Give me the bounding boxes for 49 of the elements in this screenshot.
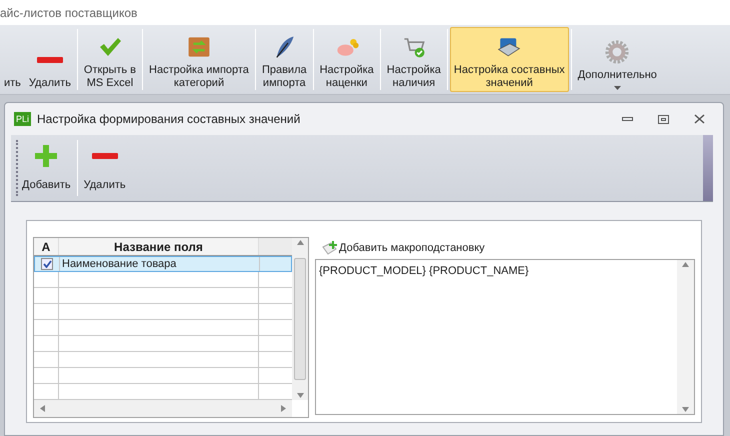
empty-row[interactable] [34, 336, 292, 352]
empty-row[interactable] [34, 288, 292, 304]
check-icon [98, 37, 121, 57]
checkbox[interactable] [41, 258, 53, 270]
ribbon-button[interactable]: Удалить [24, 27, 75, 92]
app-logo: PLi [14, 112, 32, 126]
device-icon [497, 35, 522, 59]
ribbon-button[interactable]: Настройка наценки [316, 27, 378, 92]
note-add-icon [322, 241, 338, 255]
gear-icon [605, 40, 630, 64]
scroll-up-arrow-icon[interactable] [296, 240, 304, 245]
grid-row[interactable]: Наименование товара [34, 256, 292, 272]
ribbon-button[interactable]: Дополнительно [574, 27, 661, 92]
ribbon-button[interactable]: ить [0, 27, 25, 92]
cart-icon [402, 35, 426, 59]
toolbar-button[interactable]: Удалить [80, 135, 130, 201]
table-cell-text: Наименование товара [62, 256, 176, 272]
toolbar-overflow-button[interactable] [703, 135, 713, 201]
vertical-scrollbar[interactable] [292, 238, 308, 400]
dialog-title: Настройка формирования составных значений [37, 111, 300, 128]
minus-icon [36, 57, 63, 63]
empty-row[interactable] [34, 320, 292, 336]
scroll-down-arrow-icon[interactable] [296, 393, 304, 398]
box-icon [186, 35, 211, 59]
scroll-down-arrow-icon[interactable] [682, 407, 689, 412]
empty-row[interactable] [34, 304, 292, 320]
empty-row[interactable] [34, 368, 292, 384]
column-header [259, 238, 292, 255]
minus-icon [92, 153, 118, 159]
vertical-scrollbar[interactable] [677, 260, 694, 414]
ribbon-button[interactable]: Правила импорта [258, 27, 311, 92]
formula-field[interactable]: {PRODUCT_MODEL} {PRODUCT_NAME} [315, 259, 695, 415]
close-icon [694, 114, 704, 124]
scroll-left-arrow-icon[interactable] [40, 405, 45, 412]
horizontal-scrollbar[interactable] [34, 400, 292, 417]
window-title: айс-листов поставщиков [0, 4, 138, 22]
ribbon-button[interactable]: Настройка импорта категорий [145, 27, 253, 92]
column-header[interactable]: Название поля [59, 238, 259, 255]
ribbon-button[interactable]: Открыть в MS Excel [80, 27, 140, 92]
toolbar-button[interactable]: Добавить [18, 135, 75, 201]
empty-row[interactable] [34, 352, 292, 368]
scroll-right-arrow-icon[interactable] [281, 405, 286, 412]
add-macro-link[interactable]: Добавить макроподстановку [322, 237, 695, 259]
ribbon-button[interactable]: Настройка наличия [382, 27, 445, 92]
ribbon-button[interactable]: Настройка составных значений [450, 27, 569, 92]
plus-icon [35, 145, 58, 167]
checkmark-icon [42, 260, 52, 268]
scroll-up-arrow-icon[interactable] [682, 262, 689, 267]
column-header[interactable]: A [34, 238, 59, 255]
